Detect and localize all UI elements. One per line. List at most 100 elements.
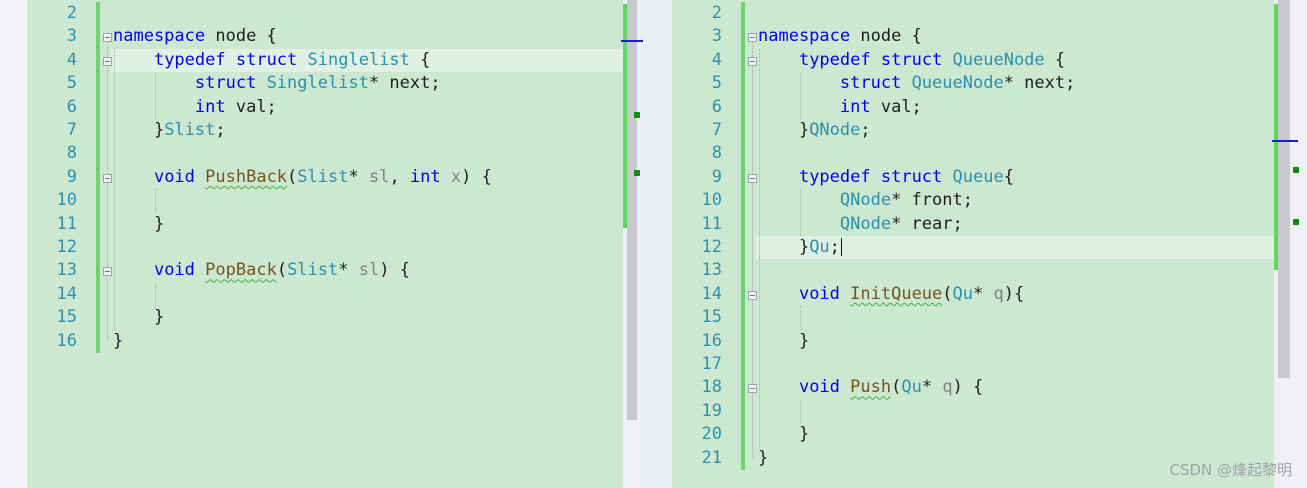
code-line[interactable]: }Qu; [758, 236, 842, 259]
code-line[interactable]: int val; [758, 96, 922, 119]
code-line[interactable]: int val; [113, 96, 277, 119]
type-token: Singlelist [266, 73, 369, 94]
code-token: * rear; [891, 213, 963, 234]
code-line[interactable]: } [113, 330, 123, 353]
code-line[interactable]: void Push(Qu* q) { [758, 376, 983, 399]
code-line[interactable]: }Slist; [113, 119, 226, 142]
right-editor-pane[interactable]: 2 3 namespace node {4 typedef struct Queue… [672, 0, 1307, 488]
fold-toggle-icon[interactable] [103, 267, 112, 277]
indent-guide [155, 189, 156, 213]
type-token: Qu [952, 283, 974, 304]
keyword-token: typedef [798, 49, 871, 70]
fold-toggle-icon[interactable] [103, 56, 112, 66]
code-token: ) { [379, 260, 410, 281]
keyword-token: int [194, 96, 226, 117]
code-line[interactable]: QNode* rear; [758, 213, 963, 236]
code-token: } [758, 424, 810, 445]
fold-region-line [107, 276, 108, 318]
indent-guide [155, 282, 156, 307]
code-line[interactable]: } [113, 306, 164, 329]
code-token: ; [860, 120, 871, 140]
code-token: node { [850, 26, 922, 47]
line-number: 3 [66, 26, 77, 47]
keyword-token: void [798, 377, 840, 398]
fold-toggle-icon[interactable] [748, 290, 757, 300]
keyword-token: typedef [153, 49, 226, 70]
keyword-token: void [153, 166, 195, 187]
type-token: Qu [901, 377, 922, 398]
code-line[interactable]: void InitQueue(Qu* q){ [758, 283, 1024, 306]
code-line[interactable]: typedef struct QueueNode { [758, 49, 1065, 72]
keyword-token: int [839, 96, 871, 117]
right-overview-marker [1293, 167, 1299, 173]
indent-guide [800, 399, 801, 424]
left-toolwindow-strip [0, 0, 28, 488]
code-token: ( [287, 166, 298, 187]
left-editor-pane[interactable]: 2 3 namespace node {4 typedef struct Singl… [27, 0, 655, 488]
type-token: Qu [809, 237, 830, 257]
line-number: 5 [711, 73, 722, 94]
code-token: { [1044, 49, 1066, 70]
code-token: * [338, 260, 359, 281]
code-token: } [113, 307, 165, 328]
line-number: 4 [66, 49, 77, 70]
parameter-token: q [993, 283, 1004, 304]
left-scrollbar-thumb[interactable] [627, 0, 637, 420]
fold-toggle-icon[interactable] [748, 56, 757, 66]
code-token: * next; [368, 73, 441, 94]
code-line[interactable]: typedef struct Singlelist { [113, 49, 430, 72]
left-overview-change-bar [623, 4, 627, 228]
right-code-editor[interactable]: 2 3 namespace node {4 typedef struct Queue… [672, 0, 1274, 488]
code-token: } [113, 120, 165, 140]
code-line[interactable]: void PushBack(Slist* sl, int x) { [113, 166, 492, 189]
line-number: 21 [701, 447, 722, 468]
code-token: } [113, 213, 165, 234]
change-indicator-bar [96, 2, 100, 353]
parameter-token: sl [368, 166, 390, 187]
fold-toggle-icon[interactable] [748, 173, 757, 183]
code-token: } [758, 330, 810, 351]
code-line[interactable]: QNode* front; [758, 189, 973, 212]
code-line[interactable]: namespace node { [758, 25, 922, 48]
type-token: Singlelist [307, 49, 410, 70]
code-token: ( [942, 283, 953, 304]
keyword-token: typedef [798, 166, 871, 187]
keyword-token: struct [880, 166, 943, 187]
fold-toggle-icon[interactable] [748, 33, 757, 43]
code-line[interactable]: } [758, 330, 809, 353]
fold-toggle-icon[interactable] [103, 33, 112, 43]
code-line[interactable]: struct Singlelist* next; [113, 72, 441, 95]
code-line[interactable]: void PopBack(Slist* sl) { [113, 259, 410, 282]
code-token: * [973, 283, 994, 304]
code-line[interactable]: struct QueueNode* next; [758, 72, 1075, 95]
left-code-editor[interactable]: 2 3 namespace node {4 typedef struct Singl… [27, 0, 623, 488]
code-line[interactable]: }QNode; [758, 119, 871, 142]
code-line[interactable]: } [113, 213, 164, 236]
left-vertical-scrollbar[interactable] [621, 0, 643, 488]
code-line[interactable]: } [758, 447, 768, 470]
code-line[interactable]: } [758, 423, 809, 446]
type-token: Queue [952, 166, 1004, 187]
code-token: } [758, 237, 810, 257]
keyword-token: void [153, 260, 195, 281]
code-line[interactable]: typedef struct Queue{ [758, 166, 1014, 189]
function-token: PushBack [205, 166, 288, 187]
fold-toggle-icon[interactable] [748, 384, 757, 394]
fold-toggle-icon[interactable] [103, 173, 112, 183]
line-number: 3 [711, 26, 722, 47]
code-line[interactable]: namespace node { [113, 25, 277, 48]
line-number: 13 [701, 260, 722, 281]
right-scrollbar-thumb[interactable] [1278, 0, 1290, 378]
function-token: PopBack [205, 260, 277, 281]
function-token: Push [850, 377, 892, 398]
right-vertical-scrollbar[interactable] [1272, 0, 1307, 488]
code-token: val; [870, 96, 922, 117]
